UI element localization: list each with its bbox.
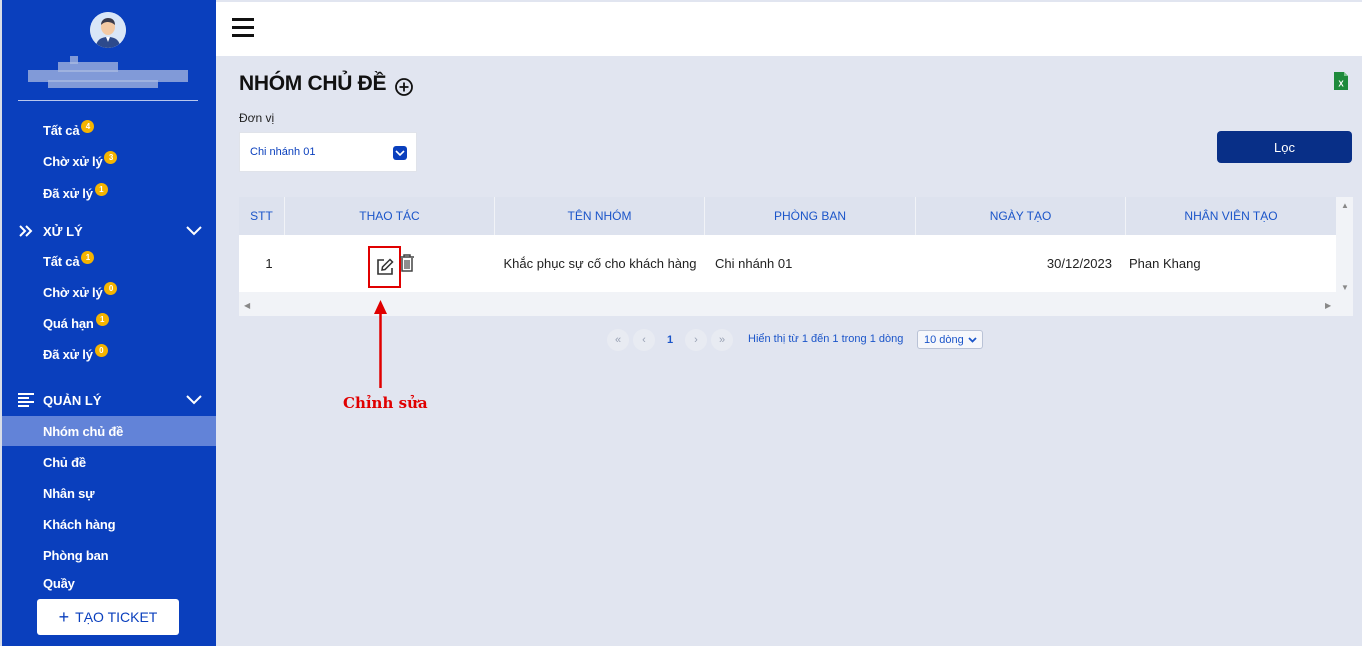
edit-icon — [376, 258, 394, 275]
user-avatar[interactable] — [90, 12, 126, 48]
horizontal-scrollbar[interactable]: ◀ ▶ — [239, 297, 1336, 314]
sidebar-item-xuly-overdue[interactable]: Quá hạn 1 — [0, 308, 216, 338]
pagination-info: Hiển thị từ 1 đến 1 trong 1 dòng — [748, 333, 904, 345]
sidebar-item-label: Quá hạn — [43, 315, 94, 331]
annotation-arrow — [374, 300, 387, 388]
create-ticket-label: TẠO TICKET — [75, 609, 158, 625]
sidebar-item-xuly-all[interactable]: Tất cả 1 — [0, 246, 216, 276]
annotation-label: Chỉnh sửa — [343, 394, 428, 412]
user-name-blurred — [28, 56, 188, 92]
table-header: STT THAO TÁC TÊN NHÓM PHÒNG BAN NGÀY TẠO… — [239, 197, 1336, 235]
sidebar-item-pending[interactable]: Chờ xử lý 3 — [0, 146, 216, 176]
count-badge: 0 — [94, 343, 108, 357]
top-bar — [216, 2, 1362, 56]
sidebar-item-departments[interactable]: Phòng ban — [0, 540, 216, 570]
sidebar-item-topic-groups[interactable]: Nhóm chủ đề — [2, 416, 216, 446]
prev-page-button[interactable]: ‹ — [633, 329, 655, 351]
plus-icon: + — [58, 607, 70, 627]
cell-created-date: 30/12/2023 — [1046, 256, 1112, 271]
sidebar-item-label: Nhóm chủ đề — [43, 423, 124, 439]
section-label: XỬ LÝ — [43, 223, 83, 239]
page-size-value: 10 dòng — [924, 333, 964, 346]
page-title: NHÓM CHỦ ĐỀ — [239, 72, 387, 95]
count-badge: 1 — [81, 250, 95, 264]
sidebar-section-quanly[interactable]: QUẢN LÝ — [0, 385, 216, 415]
sidebar-item-label: Nhân sự — [43, 485, 95, 501]
count-badge: 1 — [94, 182, 108, 196]
chevron-down-icon — [186, 224, 202, 239]
sidebar-item-label: Phòng ban — [43, 547, 109, 563]
unit-select[interactable]: Chi nhánh 01 — [239, 132, 417, 172]
column-header-creator[interactable]: NHÂN VIÊN TẠO — [1126, 197, 1336, 235]
cell-creator: Phan Khang — [1129, 256, 1201, 271]
section-label: QUẢN LÝ — [43, 392, 102, 408]
chevron-down-icon — [186, 393, 202, 408]
pagination: « ‹ 1 › » — [607, 328, 737, 352]
first-page-button[interactable]: « — [607, 329, 629, 351]
sidebar-item-label: Quầy — [43, 576, 75, 591]
sidebar-item-staff[interactable]: Nhân sự — [0, 478, 216, 508]
column-header-created-date[interactable]: NGÀY TẠO — [916, 197, 1126, 235]
sidebar-item-label: Tất cả — [43, 122, 80, 138]
sidebar-divider — [18, 100, 198, 101]
sidebar-item-label: Khách hàng — [43, 516, 116, 532]
last-page-button[interactable]: » — [711, 329, 733, 351]
page-number-button[interactable]: 1 — [659, 329, 681, 351]
count-badge: 0 — [104, 281, 118, 295]
unit-select-value: Chi nhánh 01 — [250, 146, 316, 158]
count-badge: 3 — [104, 150, 118, 164]
sidebar-item-label: Chờ xử lý — [43, 153, 103, 169]
double-chevron-right-icon — [16, 221, 36, 241]
list-lines-icon — [16, 390, 36, 410]
count-badge: 1 — [95, 312, 109, 326]
excel-export-icon[interactable]: X — [1333, 71, 1349, 91]
sidebar-item-label: Tất cả — [43, 253, 80, 269]
sidebar-item-xuly-pending[interactable]: Chờ xử lý 0 — [0, 277, 216, 307]
chevron-down-icon — [393, 146, 407, 160]
sidebar-item-customers[interactable]: Khách hàng — [0, 509, 216, 539]
sidebar-item-counter[interactable]: Quầy — [0, 576, 216, 594]
next-page-button[interactable]: › — [685, 329, 707, 351]
edit-button[interactable] — [368, 246, 401, 288]
sidebar-item-label: Đã xử lý — [43, 185, 93, 201]
sidebar-item-label: Đã xử lý — [43, 346, 93, 362]
sidebar-item-label: Chủ đề — [43, 454, 86, 470]
sidebar-item-processed[interactable]: Đã xử lý 1 — [0, 178, 216, 208]
sidebar-item-label: Chờ xử lý — [43, 284, 103, 300]
hamburger-menu-icon[interactable] — [232, 18, 256, 38]
vertical-scrollbar[interactable]: ▲ ▼ — [1336, 197, 1353, 297]
sidebar: Tất cả 4 Chờ xử lý 3 Đã xử lý 1 XỬ LÝ Tấ… — [0, 0, 216, 646]
filter-button[interactable]: Lọc — [1217, 131, 1352, 163]
delete-button[interactable] — [399, 254, 415, 272]
sidebar-section-xuly[interactable]: XỬ LÝ — [0, 216, 216, 246]
table-row[interactable]: 1 Khắc phục sự cố cho khách hàng Chi nhá… — [239, 235, 1336, 292]
cell-group-name: Khắc phục sự cố cho khách hàng — [503, 256, 697, 271]
add-circle-icon[interactable] — [394, 77, 414, 97]
column-header-group-name[interactable]: TÊN NHÓM — [495, 197, 705, 235]
sidebar-item-xuly-processed[interactable]: Đã xử lý 0 — [0, 339, 216, 369]
topic-group-table: STT THAO TÁC TÊN NHÓM PHÒNG BAN NGÀY TẠO… — [239, 197, 1353, 316]
cell-stt: 1 — [265, 256, 273, 271]
column-header-actions[interactable]: THAO TÁC — [285, 197, 495, 235]
count-badge: 4 — [81, 119, 95, 133]
cell-department: Chi nhánh 01 — [715, 256, 793, 271]
page-size-select[interactable]: 10 dòng — [917, 330, 983, 349]
column-header-stt[interactable]: STT — [239, 197, 285, 235]
create-ticket-button[interactable]: + TẠO TICKET — [37, 599, 179, 635]
sidebar-item-all[interactable]: Tất cả 4 — [0, 115, 216, 145]
unit-filter-label: Đơn vị — [239, 111, 275, 125]
trash-icon — [400, 254, 414, 272]
sidebar-item-topics[interactable]: Chủ đề — [0, 447, 216, 477]
chevron-down-icon — [968, 337, 977, 343]
column-header-department[interactable]: PHÒNG BAN — [705, 197, 916, 235]
svg-text:X: X — [1338, 80, 1344, 89]
